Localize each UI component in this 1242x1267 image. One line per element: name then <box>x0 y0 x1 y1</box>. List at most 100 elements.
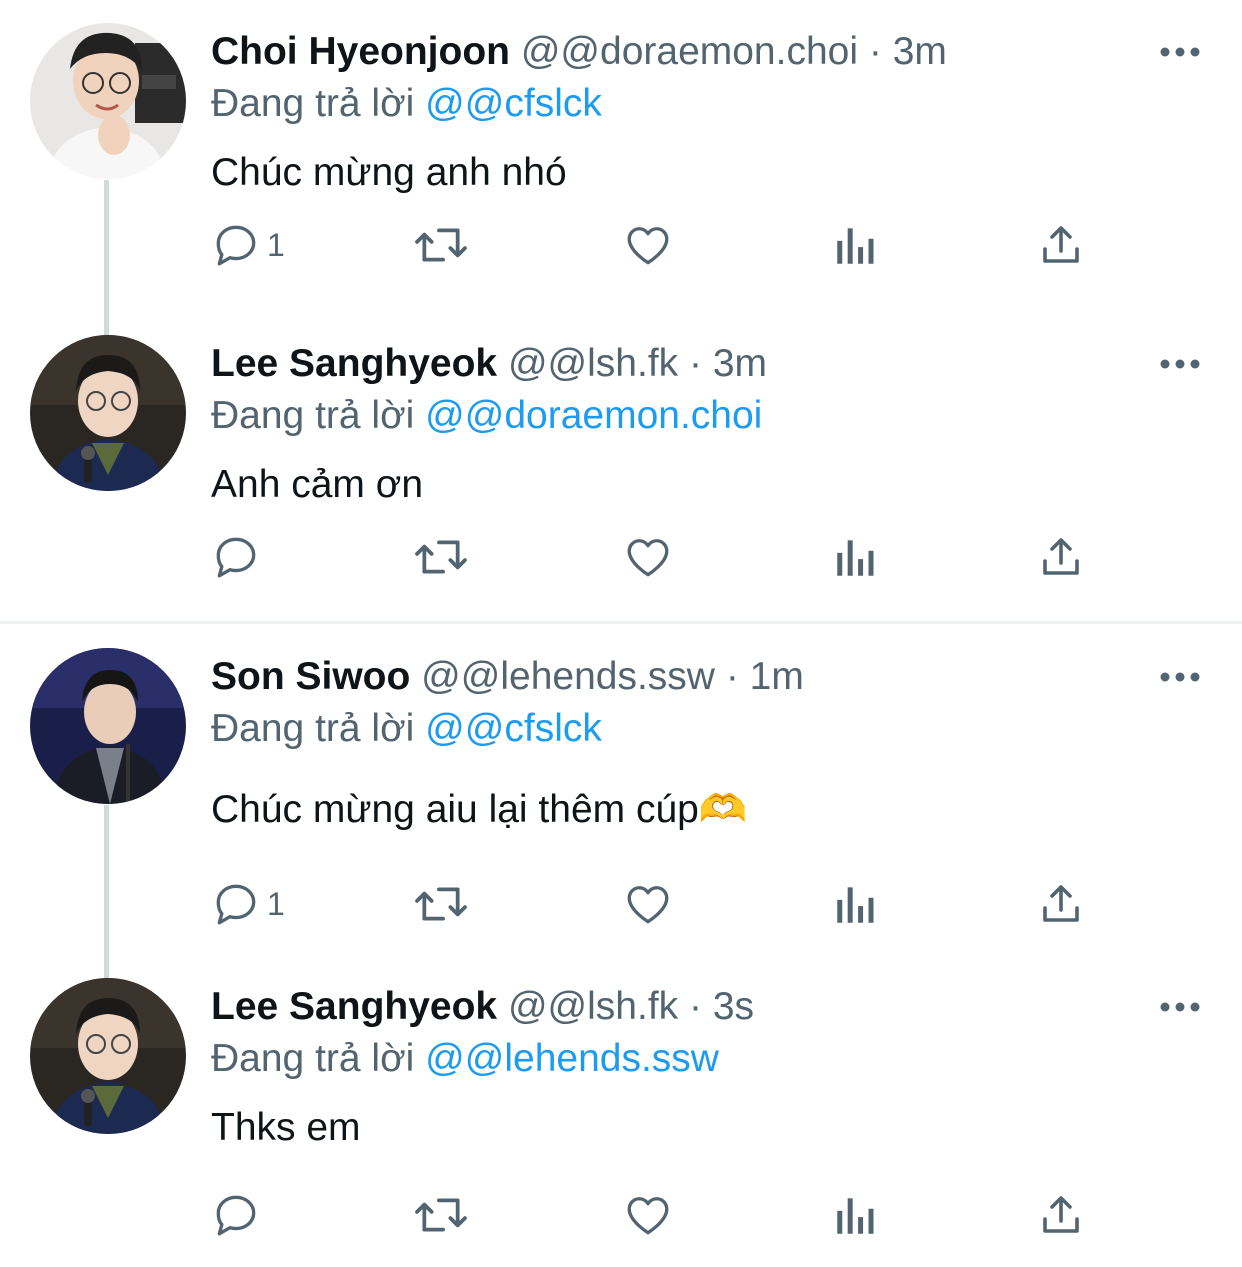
action-bar <box>211 529 1111 585</box>
user-handle[interactable]: @@lsh.fk <box>508 985 678 1028</box>
replying-to: Đang trả lời @@lehends.ssw <box>211 1037 719 1081</box>
tweet[interactable]: Lee Sanghyeok @@lsh.fk · 3m Đang trả lời… <box>0 310 1242 624</box>
retweet-icon <box>415 1198 467 1232</box>
separator-dot: · <box>868 30 882 73</box>
tweet[interactable]: Choi Hyeonjoon @@doraemon.choi · 3m Đang… <box>0 0 1242 332</box>
more-options-button[interactable] <box>1158 665 1202 689</box>
tweet-header: Choi Hyeonjoon @@doraemon.choi · 3m <box>211 30 947 74</box>
retweet-button[interactable] <box>411 217 471 273</box>
mention-link[interactable]: @@lehends.ssw <box>425 1037 719 1080</box>
views-icon <box>837 887 874 923</box>
reply-button[interactable] <box>211 1187 267 1243</box>
tweet-header: Lee Sanghyeok @@lsh.fk · 3s <box>211 985 754 1029</box>
avatar[interactable] <box>30 648 186 804</box>
retweet-button[interactable] <box>411 529 471 585</box>
reply-button[interactable]: 1 <box>211 217 285 273</box>
reply-icon <box>216 884 256 925</box>
tweet-text: Chúc mừng aiu lại thêm cúp🫶 <box>211 788 748 831</box>
user-handle[interactable]: @@lehends.ssw <box>421 655 715 698</box>
timestamp[interactable]: 3m <box>893 30 947 73</box>
views-icon <box>837 1198 874 1234</box>
user-handle[interactable]: @@doraemon.choi <box>521 30 858 73</box>
views-button[interactable] <box>833 1187 879 1243</box>
display-name[interactable]: Lee Sanghyeok <box>211 985 497 1028</box>
views-button[interactable] <box>833 529 879 585</box>
share-button[interactable] <box>1037 529 1085 585</box>
retweet-icon <box>415 228 467 262</box>
more-options-button[interactable] <box>1158 352 1202 376</box>
share-icon <box>1043 1196 1079 1233</box>
tweet-header: Son Siwoo @@lehends.ssw · 1m <box>211 655 804 699</box>
user-handle[interactable]: @@lsh.fk <box>508 342 678 385</box>
share-button[interactable] <box>1037 217 1085 273</box>
timestamp[interactable]: 3m <box>713 342 767 385</box>
like-icon <box>627 886 669 924</box>
like-button[interactable] <box>623 1187 673 1243</box>
share-icon <box>1043 226 1079 263</box>
retweet-icon <box>415 887 467 921</box>
replying-to-label: Đang trả lời <box>211 82 415 125</box>
display-name[interactable]: Choi Hyeonjoon <box>211 30 510 73</box>
thread-line <box>104 310 109 337</box>
more-icon <box>1160 1002 1200 1012</box>
mention-link[interactable]: @@doraemon.choi <box>425 394 762 437</box>
timestamp[interactable]: 3s <box>713 985 754 1028</box>
tweet-text: Chúc mừng anh nhó <box>211 151 567 194</box>
share-icon <box>1043 538 1079 575</box>
replying-to: Đang trả lời @@cfslck <box>211 82 602 126</box>
replying-to: Đang trả lời @@doraemon.choi <box>211 394 762 438</box>
like-button[interactable] <box>623 529 673 585</box>
action-bar: 1 <box>211 217 1111 273</box>
reply-icon <box>216 1195 256 1236</box>
separator-dot: · <box>725 655 739 698</box>
tweet[interactable]: Son Siwoo @@lehends.ssw · 1m Đang trả lờ… <box>0 625 1242 957</box>
separator-dot: · <box>689 985 703 1028</box>
more-icon <box>1160 359 1200 369</box>
mention-link[interactable]: @@cfslck <box>425 707 602 750</box>
avatar[interactable] <box>30 978 186 1134</box>
like-icon <box>627 1197 669 1235</box>
mention-link[interactable]: @@cfslck <box>425 82 602 125</box>
avatar[interactable] <box>30 335 186 491</box>
action-bar <box>211 1187 1111 1243</box>
like-icon <box>627 227 669 265</box>
views-button[interactable] <box>833 876 879 932</box>
share-button[interactable] <box>1037 876 1085 932</box>
replying-to-label: Đang trả lời <box>211 707 415 750</box>
thread-line <box>104 805 109 957</box>
reply-icon <box>216 225 256 266</box>
like-button[interactable] <box>623 876 673 932</box>
views-icon <box>837 540 874 576</box>
replying-to-label: Đang trả lời <box>211 1037 415 1080</box>
action-bar: 1 <box>211 876 1111 932</box>
avatar[interactable] <box>30 23 186 179</box>
tweet[interactable]: Lee Sanghyeok @@lsh.fk · 3s Đang trả lời… <box>0 953 1242 1267</box>
tweet-header: Lee Sanghyeok @@lsh.fk · 3m <box>211 342 767 386</box>
share-icon <box>1043 885 1079 922</box>
separator-dot: · <box>689 342 703 385</box>
views-button[interactable] <box>833 217 879 273</box>
reply-button[interactable] <box>211 529 267 585</box>
timestamp[interactable]: 1m <box>750 655 804 698</box>
more-options-button[interactable] <box>1158 995 1202 1019</box>
thread-divider <box>0 621 1242 624</box>
tweet-text: Anh cảm ơn <box>211 463 424 506</box>
retweet-icon <box>415 540 467 574</box>
views-icon <box>837 228 874 264</box>
display-name[interactable]: Lee Sanghyeok <box>211 342 497 385</box>
more-icon <box>1160 672 1200 682</box>
reply-count: 1 <box>267 885 285 922</box>
replying-to-label: Đang trả lời <box>211 394 415 437</box>
retweet-button[interactable] <box>411 1187 471 1243</box>
like-icon <box>627 539 669 577</box>
reply-count: 1 <box>267 226 285 263</box>
more-options-button[interactable] <box>1158 40 1202 64</box>
retweet-button[interactable] <box>411 876 471 932</box>
replying-to: Đang trả lời @@cfslck <box>211 707 602 751</box>
share-button[interactable] <box>1037 1187 1085 1243</box>
display-name[interactable]: Son Siwoo <box>211 655 410 698</box>
thread-line <box>104 953 109 980</box>
like-button[interactable] <box>623 217 673 273</box>
reply-icon <box>216 537 256 578</box>
reply-button[interactable]: 1 <box>211 876 285 932</box>
